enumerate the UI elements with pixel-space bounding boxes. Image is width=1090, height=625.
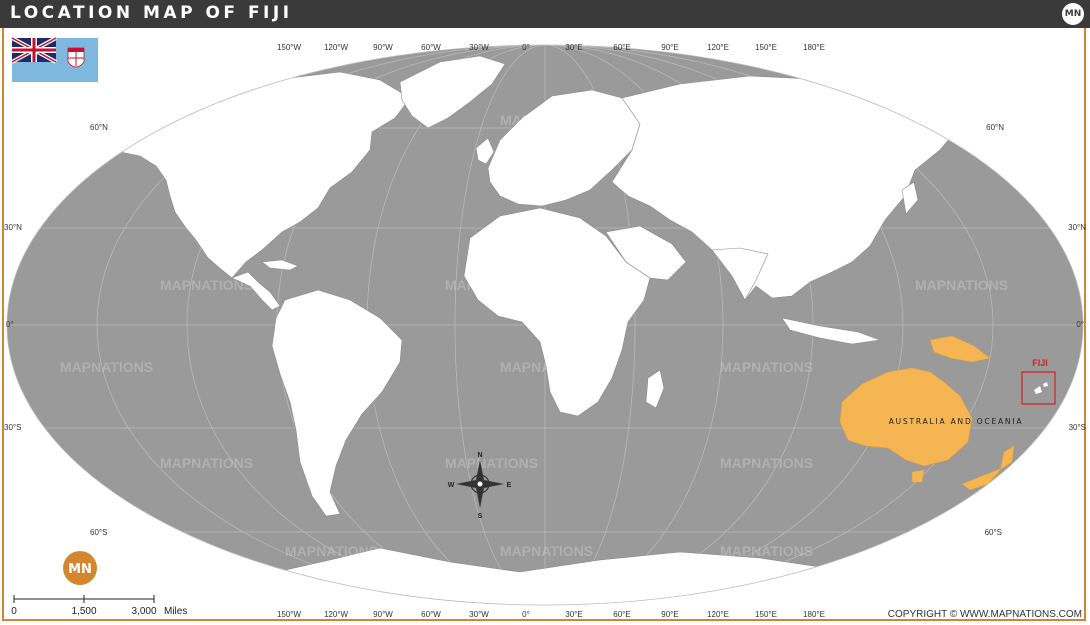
fiji-flag-icon (11, 36, 98, 82)
lon-label: 120°W (324, 43, 349, 52)
lat-label: 30°S (1069, 423, 1086, 432)
svg-text:MAPNATIONS: MAPNATIONS (285, 543, 378, 559)
copyright-text[interactable]: COPYRIGHT © WWW.MAPNATIONS.COM (888, 609, 1082, 620)
lat-label: 60°N (90, 123, 108, 132)
svg-text:MAPNATIONS: MAPNATIONS (915, 277, 1008, 293)
svg-text:MAPNATIONS: MAPNATIONS (285, 112, 378, 128)
svg-text:MAPNATIONS: MAPNATIONS (720, 112, 813, 128)
lon-label: 0° (522, 610, 530, 619)
lon-label: 90°W (373, 43, 393, 52)
longitude-labels-bottom: 150°W 120°W 90°W 60°W 30°W 0° 30°E 60°E … (277, 610, 825, 619)
lon-label: 150°E (755, 610, 777, 619)
svg-text:MAPNATIONS: MAPNATIONS (720, 359, 813, 375)
compass-e: E (507, 482, 512, 489)
lon-label: 150°E (755, 43, 777, 52)
lon-label: 120°E (707, 43, 729, 52)
lat-label: 30°S (4, 423, 21, 432)
svg-text:MAPNATIONS: MAPNATIONS (500, 112, 593, 128)
fiji-label: FIJI (1032, 358, 1048, 368)
svg-text:MAPNATIONS: MAPNATIONS (445, 455, 538, 471)
mapnations-logo-icon: MN (63, 551, 97, 585)
lon-label: 90°E (661, 43, 678, 52)
lat-label: 30°N (1068, 223, 1086, 232)
lat-label: 0° (6, 320, 14, 329)
tasmania (911, 469, 925, 483)
lon-label: 150°W (277, 43, 302, 52)
svg-text:MAPNATIONS: MAPNATIONS (915, 27, 1008, 43)
lon-label: 60°W (421, 43, 441, 52)
scale-label: 1,500 (71, 606, 96, 617)
lon-label: 30°W (469, 43, 489, 52)
lon-label: 180°E (803, 43, 825, 52)
lat-label: 60°S (985, 528, 1002, 537)
lon-label: 90°W (373, 610, 393, 619)
scale-bar: 0 1,500 3,000 Miles (11, 595, 187, 617)
lat-label: 60°S (90, 528, 107, 537)
lat-label: 60°N (986, 123, 1004, 132)
lat-label: 0° (1076, 320, 1084, 329)
svg-text:MAPNATIONS: MAPNATIONS (720, 455, 813, 471)
lat-label: 30°N (4, 223, 22, 232)
lon-label: 60°E (613, 43, 630, 52)
svg-text:MAPNATIONS: MAPNATIONS (285, 359, 378, 375)
lon-label: 180°E (803, 610, 825, 619)
scale-unit: Miles (164, 606, 187, 617)
compass-n: N (477, 452, 482, 459)
compass-s: S (478, 513, 483, 520)
lon-label: 60°E (613, 610, 630, 619)
lon-label: 0° (522, 43, 530, 52)
svg-text:MAPNATIONS: MAPNATIONS (720, 543, 813, 559)
region-label: AUSTRALIA AND OCEANIA (889, 417, 1024, 426)
svg-text:MAPNATIONS: MAPNATIONS (160, 277, 253, 293)
scale-label: 3,000 (131, 606, 156, 617)
lon-label: 30°E (565, 43, 582, 52)
lon-label: 90°E (661, 610, 678, 619)
world-map: MAPNATIONS MAPNATIONS MAPNATIONS MAPNATI… (4, 27, 1086, 619)
svg-text:MAPNATIONS: MAPNATIONS (160, 455, 253, 471)
lon-label: 30°W (469, 610, 489, 619)
lon-label: 60°W (421, 610, 441, 619)
scale-label: 0 (11, 606, 17, 617)
svg-text:MAPNATIONS: MAPNATIONS (445, 277, 538, 293)
svg-text:MAPNATIONS: MAPNATIONS (60, 359, 153, 375)
lon-label: 30°E (565, 610, 582, 619)
lon-label: 120°W (324, 610, 349, 619)
svg-text:MAPNATIONS: MAPNATIONS (500, 543, 593, 559)
lon-label: 150°W (277, 610, 302, 619)
lon-label: 120°E (707, 610, 729, 619)
svg-text:MN: MN (68, 562, 92, 577)
svg-text:MAPNATIONS: MAPNATIONS (500, 359, 593, 375)
compass-w: W (448, 482, 455, 489)
